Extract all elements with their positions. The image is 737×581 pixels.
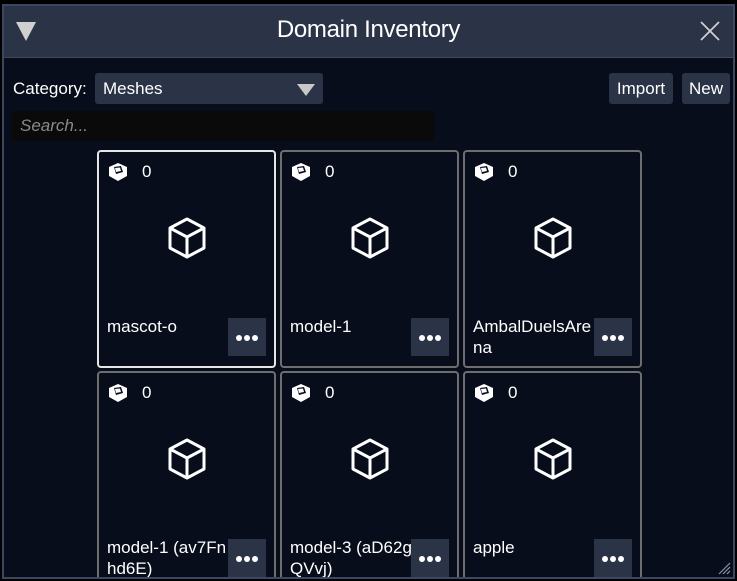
cube-icon [351,217,389,259]
item-name: model-3 (aD62gQVvj) [290,538,412,578]
mesh-count: 0 [325,162,335,181]
import-button[interactable]: Import [609,73,673,104]
mesh-count: 0 [508,162,518,181]
inventory-card[interactable]: 0 mascot-o [97,150,276,368]
search-input[interactable] [12,111,434,141]
mesh-count: 0 [508,383,518,402]
window-title: Domain Inventory [276,16,461,43]
mesh-count: 0 [142,383,152,402]
mesh-count-icon [475,163,493,181]
more-options-button[interactable] [228,318,266,356]
mesh-count: 0 [142,162,152,181]
dot [610,335,616,341]
mesh-count-icon [109,163,127,181]
dot [244,335,250,341]
dot [419,556,425,562]
title-bar[interactable]: Domain Inventory [4,6,733,58]
resize-handle-icon[interactable] [715,559,731,575]
category-label: Category: [13,79,87,98]
inventory-card[interactable]: 0 model-1 (av7Fnhd6E) [97,371,276,578]
cube-icon [168,217,206,259]
dot [252,335,258,341]
more-options-button[interactable] [228,539,266,577]
cube-icon [534,217,572,259]
dot [602,335,608,341]
dot [435,556,441,562]
item-name: AmbalDuelsArena [473,317,592,357]
mesh-count-icon [475,384,493,402]
dot [610,556,616,562]
dot [244,556,250,562]
dot [236,556,242,562]
dot [427,335,433,341]
more-options-button[interactable] [594,318,632,356]
mesh-count-icon [292,163,310,181]
item-name: mascot-o [107,317,177,336]
category-value: Meshes [103,79,163,98]
inventory-card[interactable]: 0 AmbalDuelsArena [463,150,642,368]
dot [419,335,425,341]
close-icon[interactable] [699,20,721,42]
inventory-card[interactable]: 0 model-3 (aD62gQVvj) [280,371,459,578]
dot [602,556,608,562]
cube-icon [168,438,206,480]
cube-icon [351,438,389,480]
cube-icon [534,438,572,480]
mesh-count-icon [292,384,310,402]
dot [252,556,258,562]
chevron-down-icon [297,84,315,96]
dot [427,556,433,562]
more-options-button[interactable] [411,539,449,577]
mesh-count-icon [109,384,127,402]
more-options-button[interactable] [411,318,449,356]
dot [618,335,624,341]
dot [618,556,624,562]
domain-inventory-window: Domain Inventory Category: Meshes Import… [2,4,735,579]
item-name: model-1 [290,317,352,336]
inventory-card[interactable]: 0 apple [463,371,642,577]
inventory-card[interactable]: 0 model-1 [280,150,459,368]
category-dropdown[interactable]: Meshes [95,73,323,104]
new-button[interactable]: New [682,73,730,104]
mesh-count: 0 [325,383,335,402]
dot [236,335,242,341]
item-name: model-1 (av7Fnhd6E) [107,538,227,578]
dot [435,335,441,341]
item-name: apple [473,538,515,557]
more-options-button[interactable] [594,539,632,577]
